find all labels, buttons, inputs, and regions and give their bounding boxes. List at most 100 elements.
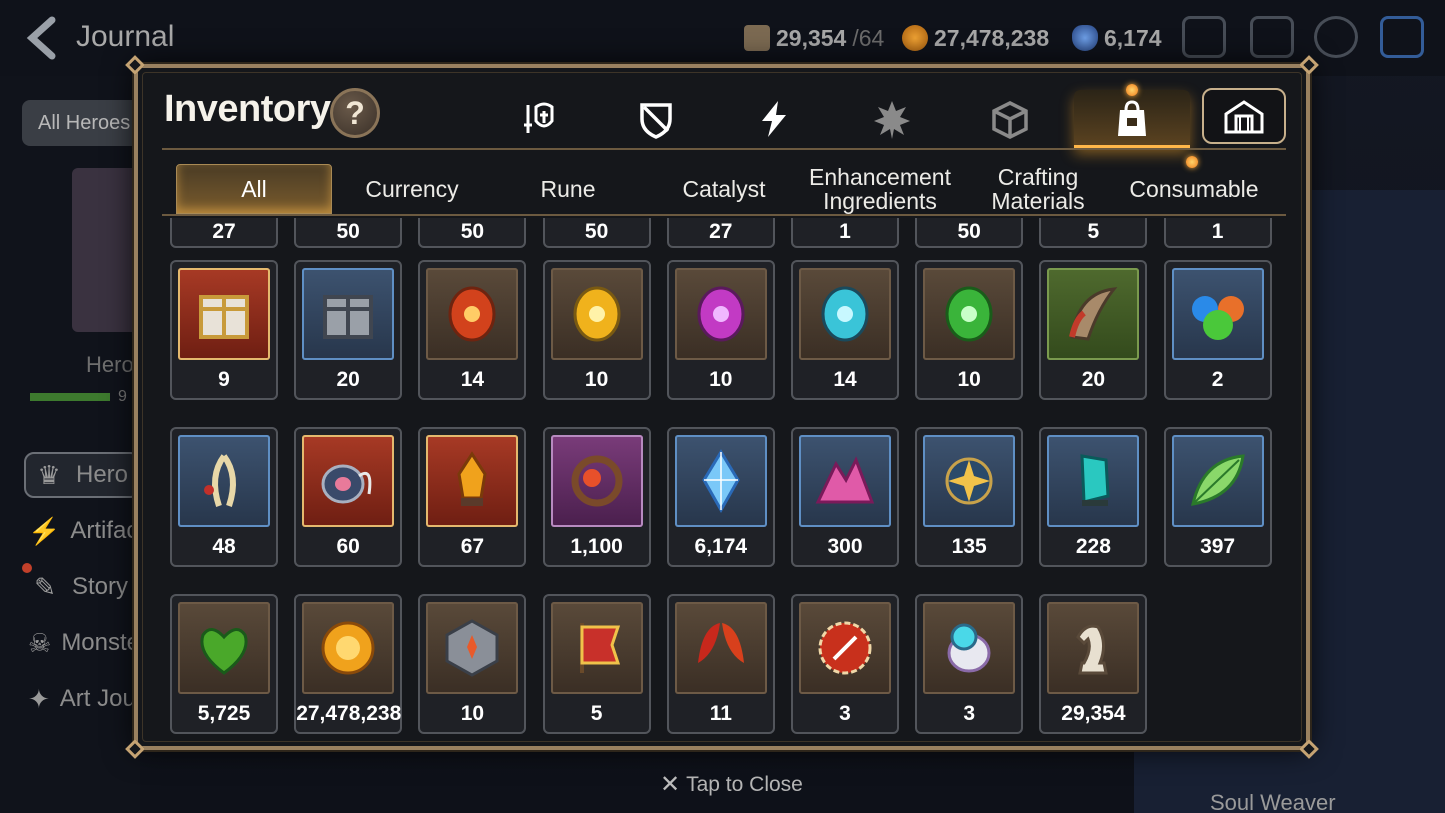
item-quantity: 5,725	[197, 702, 251, 725]
inventory-item[interactable]: 14	[418, 260, 527, 400]
item-quantity: 3	[839, 702, 851, 725]
inventory-item-partial[interactable]: 27	[666, 218, 775, 248]
inventory-item[interactable]: 3	[915, 594, 1024, 734]
inventory-item[interactable]: 2	[1163, 260, 1272, 400]
menu-grid-icon[interactable]	[1380, 16, 1424, 58]
stamina-icon	[744, 25, 770, 51]
item-quantity: 50	[957, 220, 981, 243]
inventory-item[interactable]: 3	[791, 594, 899, 734]
inventory-item-partial[interactable]: 50	[542, 218, 651, 248]
pink-crystal-icon	[799, 435, 891, 527]
inventory-item-partial[interactable]: 1	[791, 218, 899, 248]
filter-tab-crafting-materials[interactable]: Crafting Materials	[960, 164, 1116, 214]
inventory-item-partial[interactable]: 1	[1163, 218, 1272, 248]
hero-progress-text: 9	[118, 388, 127, 405]
sidebar-item-hero[interactable]: ♛ Hero	[24, 452, 140, 498]
inventory-item[interactable]: 60	[294, 427, 403, 567]
bag-notification-dot	[1126, 84, 1138, 96]
shop-icon[interactable]	[1182, 16, 1226, 58]
inventory-item[interactable]: 10	[542, 260, 651, 400]
sidebar-item-label: Story	[72, 573, 129, 600]
sidebar-item-art-journal[interactable]: ✦ Art Journal	[28, 676, 140, 722]
inventory-item[interactable]: 397	[1163, 427, 1272, 567]
filter-tab-rune[interactable]: Rune	[490, 164, 646, 214]
sidebar-item-label: Art Journal	[59, 685, 140, 712]
tab-storage[interactable]	[1202, 88, 1286, 144]
inventory-item-partial[interactable]: 50	[915, 218, 1024, 248]
tab-catalyst-energy[interactable]	[716, 90, 832, 148]
filter-tab-catalyst[interactable]: Catalyst	[646, 164, 802, 214]
item-quantity: 27,478,238	[296, 702, 402, 725]
inventory-item-partial[interactable]: 27	[170, 218, 278, 248]
filter-tab-currency[interactable]: Currency	[334, 164, 490, 214]
filter-tab-all[interactable]: All	[176, 164, 332, 214]
item-quantity: 50	[584, 220, 609, 243]
crystal-flame-icon	[426, 435, 519, 527]
item-quantity: 5	[590, 702, 603, 725]
stamina-value: 29,354	[776, 24, 847, 51]
tab-equipment[interactable]	[480, 90, 596, 148]
inventory-item[interactable]: 5	[542, 594, 651, 734]
inventory-item[interactable]: 27,478,238	[294, 594, 403, 734]
inventory-item[interactable]: 29,354	[1039, 594, 1148, 734]
inventory-item[interactable]: 14	[791, 260, 899, 400]
mail-icon[interactable]	[1250, 16, 1294, 58]
red-rune-icon	[426, 268, 519, 360]
chat-icon[interactable]	[1314, 16, 1358, 58]
item-quantity: 10	[460, 702, 485, 725]
storage-icon	[1224, 100, 1264, 134]
item-quantity: 5	[1087, 220, 1100, 243]
item-quantity: 2	[1211, 368, 1224, 391]
tap-to-close-label: Tap to Close	[686, 772, 803, 796]
inventory-item-partial[interactable]: 5	[1039, 218, 1148, 248]
back-arrow-icon[interactable]	[22, 16, 62, 60]
inventory-modal: Inventory ? All Currency Rune Catalyst E…	[125, 55, 1319, 759]
equipment-icon	[524, 102, 554, 133]
inventory-item[interactable]: 10	[418, 594, 527, 734]
all-heroes-filter[interactable]: All Heroes	[22, 100, 142, 146]
sidebar-item-artifact[interactable]: ⚡ Artifact	[28, 508, 140, 554]
filter-tab-enhancement-ingredients[interactable]: Enhancement Ingredients	[802, 164, 958, 214]
hero-label: Hero	[86, 352, 134, 377]
tab-artifact[interactable]	[598, 90, 714, 148]
sidebar-item-monster[interactable]: ☠ Monster	[28, 620, 140, 666]
inventory-item[interactable]: 135	[915, 427, 1024, 567]
tab-spirit[interactable]	[834, 90, 950, 148]
inventory-item[interactable]: 20	[1039, 260, 1148, 400]
item-quantity: 300	[827, 535, 863, 558]
inventory-item[interactable]: 11	[666, 594, 775, 734]
inventory-item[interactable]: 9	[170, 260, 278, 400]
skystone-gem-icon	[674, 435, 767, 527]
inventory-item[interactable]: 10	[666, 260, 775, 400]
tap-to-close[interactable]: ✕ Tap to Close	[660, 770, 803, 799]
inventory-item[interactable]: 67	[418, 427, 527, 567]
inventory-item[interactable]: 228	[1039, 427, 1148, 567]
inventory-item-partial[interactable]: 50	[294, 218, 403, 248]
purple-rune-icon	[674, 268, 767, 360]
item-quantity: 27	[212, 220, 236, 243]
item-quantity: 10	[584, 368, 609, 391]
item-quantity: 14	[833, 368, 857, 391]
inventory-item-partial[interactable]: 50	[418, 218, 527, 248]
artifact-shield-icon	[640, 103, 672, 139]
inventory-item[interactable]: 48	[170, 427, 278, 567]
charm-icon	[302, 435, 395, 527]
inventory-item[interactable]: 10	[915, 260, 1024, 400]
help-button[interactable]: ?	[330, 88, 380, 138]
stone-cube-icon	[426, 602, 519, 694]
filter-tab-consumable[interactable]: Consumable	[1116, 164, 1272, 214]
heart-leaf-icon	[178, 602, 270, 694]
skystone-icon	[1072, 25, 1098, 51]
hero-icon: ♛	[37, 459, 61, 490]
inventory-item[interactable]: 5,725	[170, 594, 278, 734]
tab-cube[interactable]	[952, 90, 1068, 148]
gold-rune-icon	[550, 268, 643, 360]
inventory-item[interactable]: 20	[294, 260, 403, 400]
sidebar-item-story[interactable]: ✎ Story	[28, 564, 140, 610]
inventory-item[interactable]: 6,174	[666, 427, 775, 567]
red-badge-icon	[799, 602, 891, 694]
banner-icon	[550, 602, 643, 694]
tab-bag[interactable]	[1074, 90, 1190, 148]
inventory-item[interactable]: 1,100	[542, 427, 651, 567]
inventory-item[interactable]: 300	[791, 427, 899, 567]
